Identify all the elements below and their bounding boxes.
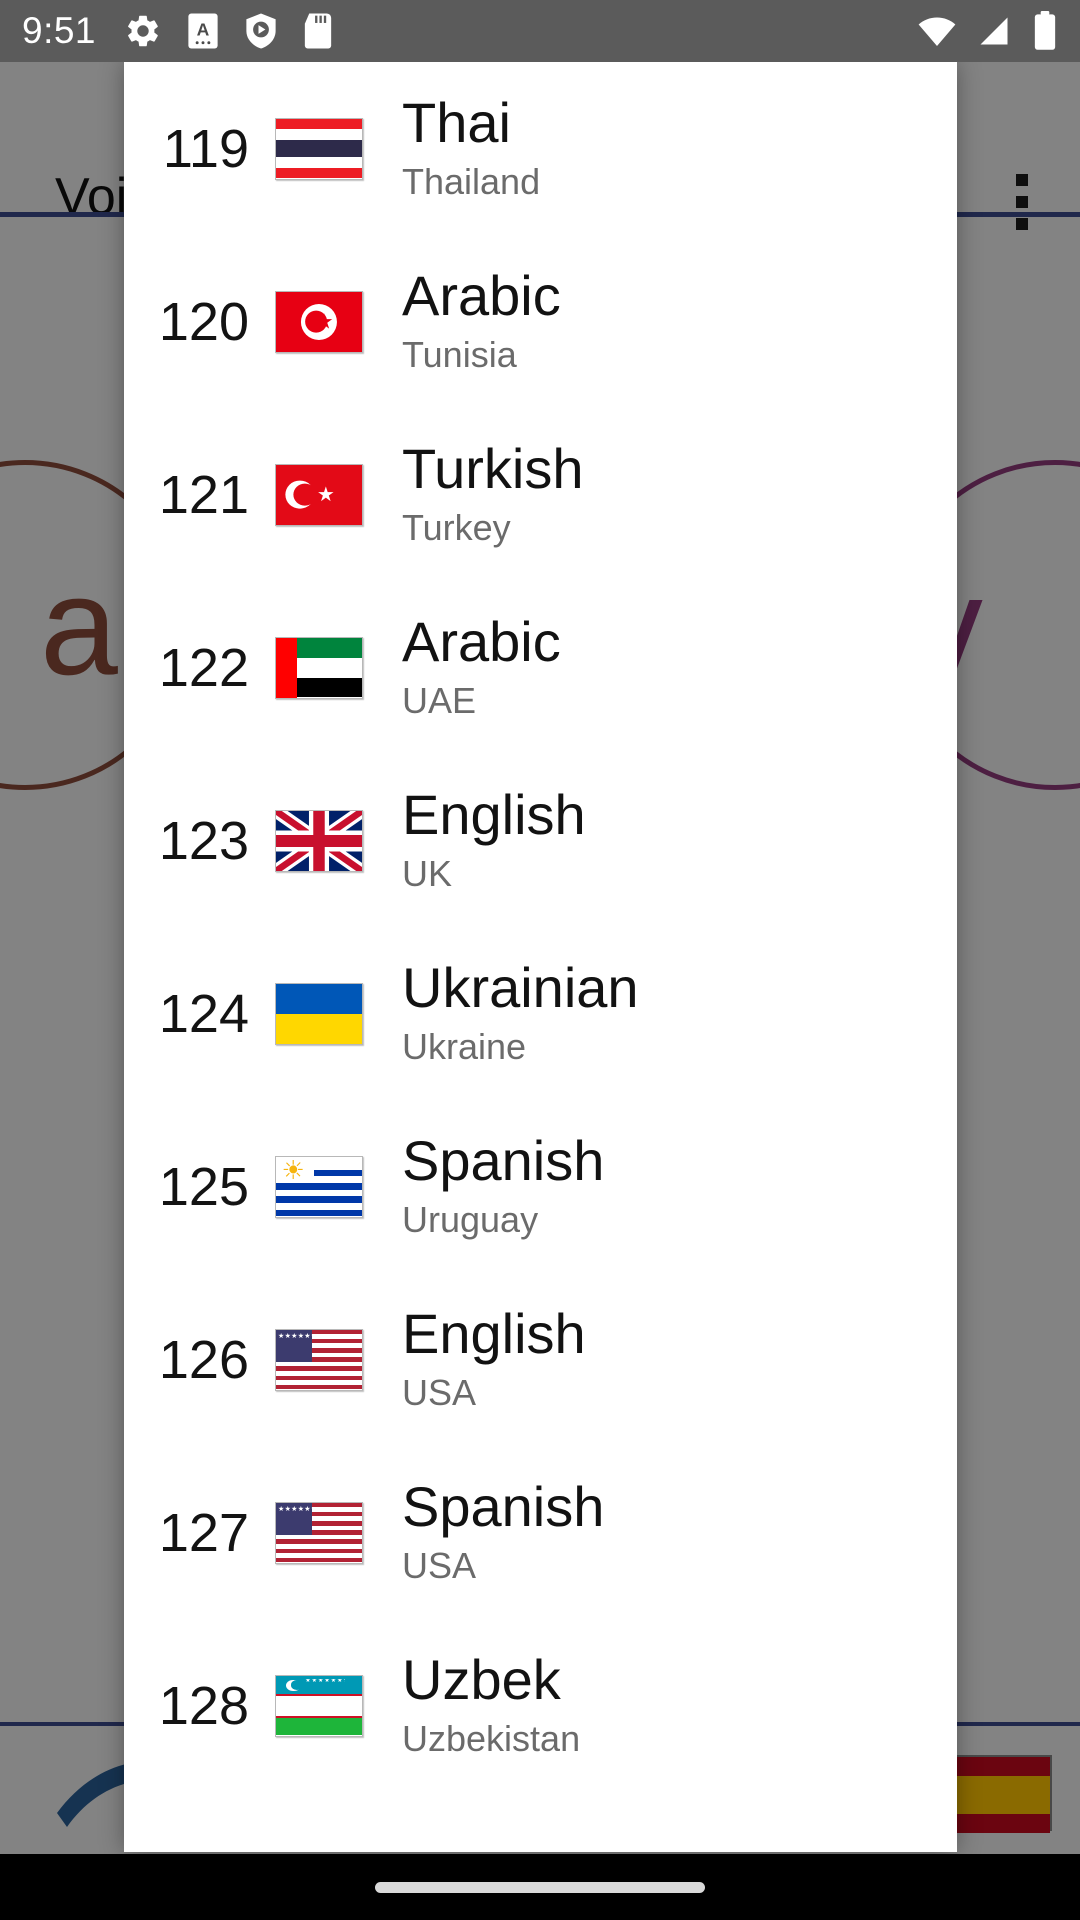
usa-flag-icon: ★★★★★★★★★★★★★★★★★★★★★★★★★★★★★★ xyxy=(275,1501,363,1564)
language-list-item[interactable]: 122 Arabic UAE xyxy=(124,581,957,754)
language-list-item[interactable]: 121 ★ Turkish Turkey xyxy=(124,408,957,581)
language-item-text: Spanish Uruguay xyxy=(402,1132,604,1241)
language-item-index: 127 xyxy=(158,1502,249,1563)
language-item-index: 125 xyxy=(158,1156,249,1217)
language-item-index: 119 xyxy=(162,118,249,179)
language-item-name: Arabic xyxy=(402,609,561,673)
language-list-item[interactable]: 127 ★★★★★★★★★★★★★★★★★★★★★★★★★★★★★★ Spanish… xyxy=(124,1446,957,1619)
language-item-name: Uzbek xyxy=(402,1647,561,1711)
uk-flag-icon xyxy=(275,809,363,872)
language-item-name: Thai xyxy=(402,90,511,154)
language-item-country: Uzbekistan xyxy=(402,1718,581,1760)
language-list-item[interactable]: 128★★★★★★★★★★★★UzbekUzbekistan xyxy=(124,1619,957,1792)
language-item-index: 120 xyxy=(158,291,249,352)
language-item-country: USA xyxy=(402,1545,477,1587)
language-item-text: Arabic UAE xyxy=(402,613,561,722)
language-item-country: UAE xyxy=(402,680,477,722)
language-list-item[interactable]: 120 ★ Arabic Tunisia xyxy=(124,235,957,408)
language-item-name: English xyxy=(402,782,586,846)
language-item-text: Uzbek Uzbekistan xyxy=(402,1651,580,1760)
uruguay-flag-icon: ☀ xyxy=(275,1155,363,1218)
status-bar: 9:51 A xyxy=(0,0,1080,62)
language-list-item[interactable]: 124 Ukrainian Ukraine xyxy=(124,927,957,1100)
language-item-name: Spanish xyxy=(402,1474,605,1538)
language-list[interactable]: 119 Thai Thailand 120 ★ Arabic Tunisia 121 ★ Turk… xyxy=(124,62,957,1792)
thailand-flag-icon xyxy=(275,117,363,180)
language-item-index: 121 xyxy=(158,464,249,525)
language-item-text: Arabic Tunisia xyxy=(402,267,561,376)
language-item-text: Ukrainian Ukraine xyxy=(402,959,639,1068)
language-item-country: Uruguay xyxy=(402,1199,539,1241)
tunisia-flag-icon: ★ xyxy=(275,290,363,353)
wifi-icon xyxy=(918,12,956,50)
language-item-country: USA xyxy=(402,1372,477,1414)
language-list-item[interactable]: 123 English UK xyxy=(124,754,957,927)
language-item-name: Arabic xyxy=(402,263,561,327)
language-item-index: 126 xyxy=(158,1329,249,1390)
language-item-country: UK xyxy=(402,853,453,895)
language-item-country: Turkey xyxy=(402,507,511,549)
language-list-item[interactable]: 125 ☀ Spanish Uruguay xyxy=(124,1100,957,1273)
cellular-signal-icon xyxy=(976,13,1012,49)
language-item-index: 122 xyxy=(158,637,249,698)
sd-card-icon xyxy=(302,12,334,50)
language-picker-dialog[interactable]: 119 Thai Thailand 120 ★ Arabic Tunisia 121 ★ Turk… xyxy=(124,62,957,1852)
language-item-name: English xyxy=(402,1301,586,1365)
language-item-text: Thai Thailand xyxy=(402,94,540,203)
shield-play-icon xyxy=(244,12,278,50)
language-item-text: Spanish USA xyxy=(402,1478,604,1587)
language-item-text: Turkish Turkey xyxy=(402,440,584,549)
language-item-index: 123 xyxy=(158,810,249,871)
language-item-index: 124 xyxy=(158,983,249,1044)
svg-text:A: A xyxy=(197,19,210,39)
document-a-icon: A xyxy=(186,12,220,50)
home-gesture-pill[interactable] xyxy=(375,1881,705,1893)
language-item-text: English USA xyxy=(402,1305,586,1414)
uae-flag-icon xyxy=(275,636,363,699)
language-item-index: 128 xyxy=(158,1675,249,1736)
language-list-item[interactable]: 119 Thai Thailand xyxy=(124,62,957,235)
language-item-country: Thailand xyxy=(402,161,541,203)
battery-full-icon xyxy=(1032,11,1058,51)
gear-icon xyxy=(124,12,162,50)
turkey-flag-icon: ★ xyxy=(275,463,363,526)
language-item-country: Ukraine xyxy=(402,1026,527,1068)
ukraine-flag-icon xyxy=(275,982,363,1045)
uzbekistan-flag-icon: ★★★★★★★★★★★★ xyxy=(275,1674,363,1737)
language-item-name: Ukrainian xyxy=(402,955,639,1019)
language-item-text: English UK xyxy=(402,786,586,895)
navigation-bar xyxy=(0,1854,1080,1920)
language-item-name: Turkish xyxy=(402,436,584,500)
language-item-name: Spanish xyxy=(402,1128,605,1192)
language-list-item[interactable]: 126 ★★★★★★★★★★★★★★★★★★★★★★★★★★★★★★ English… xyxy=(124,1273,957,1446)
usa-flag-icon: ★★★★★★★★★★★★★★★★★★★★★★★★★★★★★★ xyxy=(275,1328,363,1391)
status-bar-clock: 9:51 xyxy=(22,10,97,51)
language-item-country: Tunisia xyxy=(402,334,517,376)
